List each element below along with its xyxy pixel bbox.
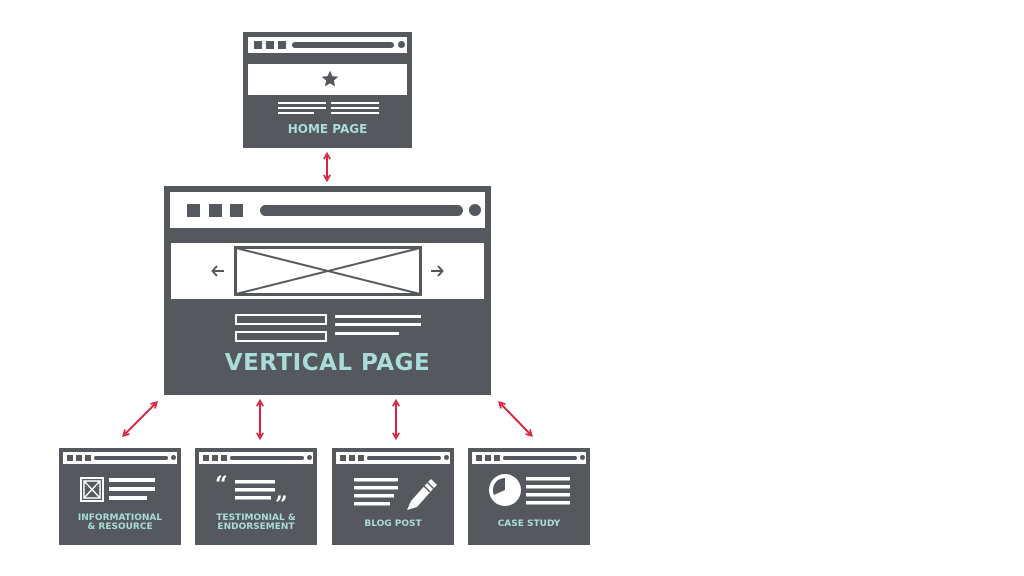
testimonial-label: TESTIMONIAL & ENDORSEMENT <box>216 513 296 533</box>
informational-label: INFORMATIONAL & RESOURCE <box>77 513 163 533</box>
case-study-node: CASE STUDY <box>468 448 590 545</box>
quote-icon: “ ” <box>215 472 288 518</box>
blog-post-label: BLOG POST <box>364 519 422 529</box>
svg-text:“: “ <box>215 472 228 498</box>
arrow-to-informational <box>125 404 155 434</box>
browser-toolbar <box>472 452 586 464</box>
image-text-icon <box>80 477 155 502</box>
browser-toolbar <box>336 452 450 464</box>
case-study-label: CASE STUDY <box>497 519 561 529</box>
arrow-to-case-study <box>501 404 530 434</box>
pie-chart-icon <box>489 474 570 506</box>
pencil-icon <box>354 478 437 510</box>
informational-resource-node: INFORMATIONAL & RESOURCE <box>59 448 181 545</box>
browser-toolbar <box>63 452 177 464</box>
browser-toolbar <box>199 452 313 464</box>
testimonial-endorsement-node: “ ” TESTIMONIAL & ENDORSEMENT <box>195 448 317 545</box>
blog-post-node: BLOG POST <box>332 448 454 545</box>
